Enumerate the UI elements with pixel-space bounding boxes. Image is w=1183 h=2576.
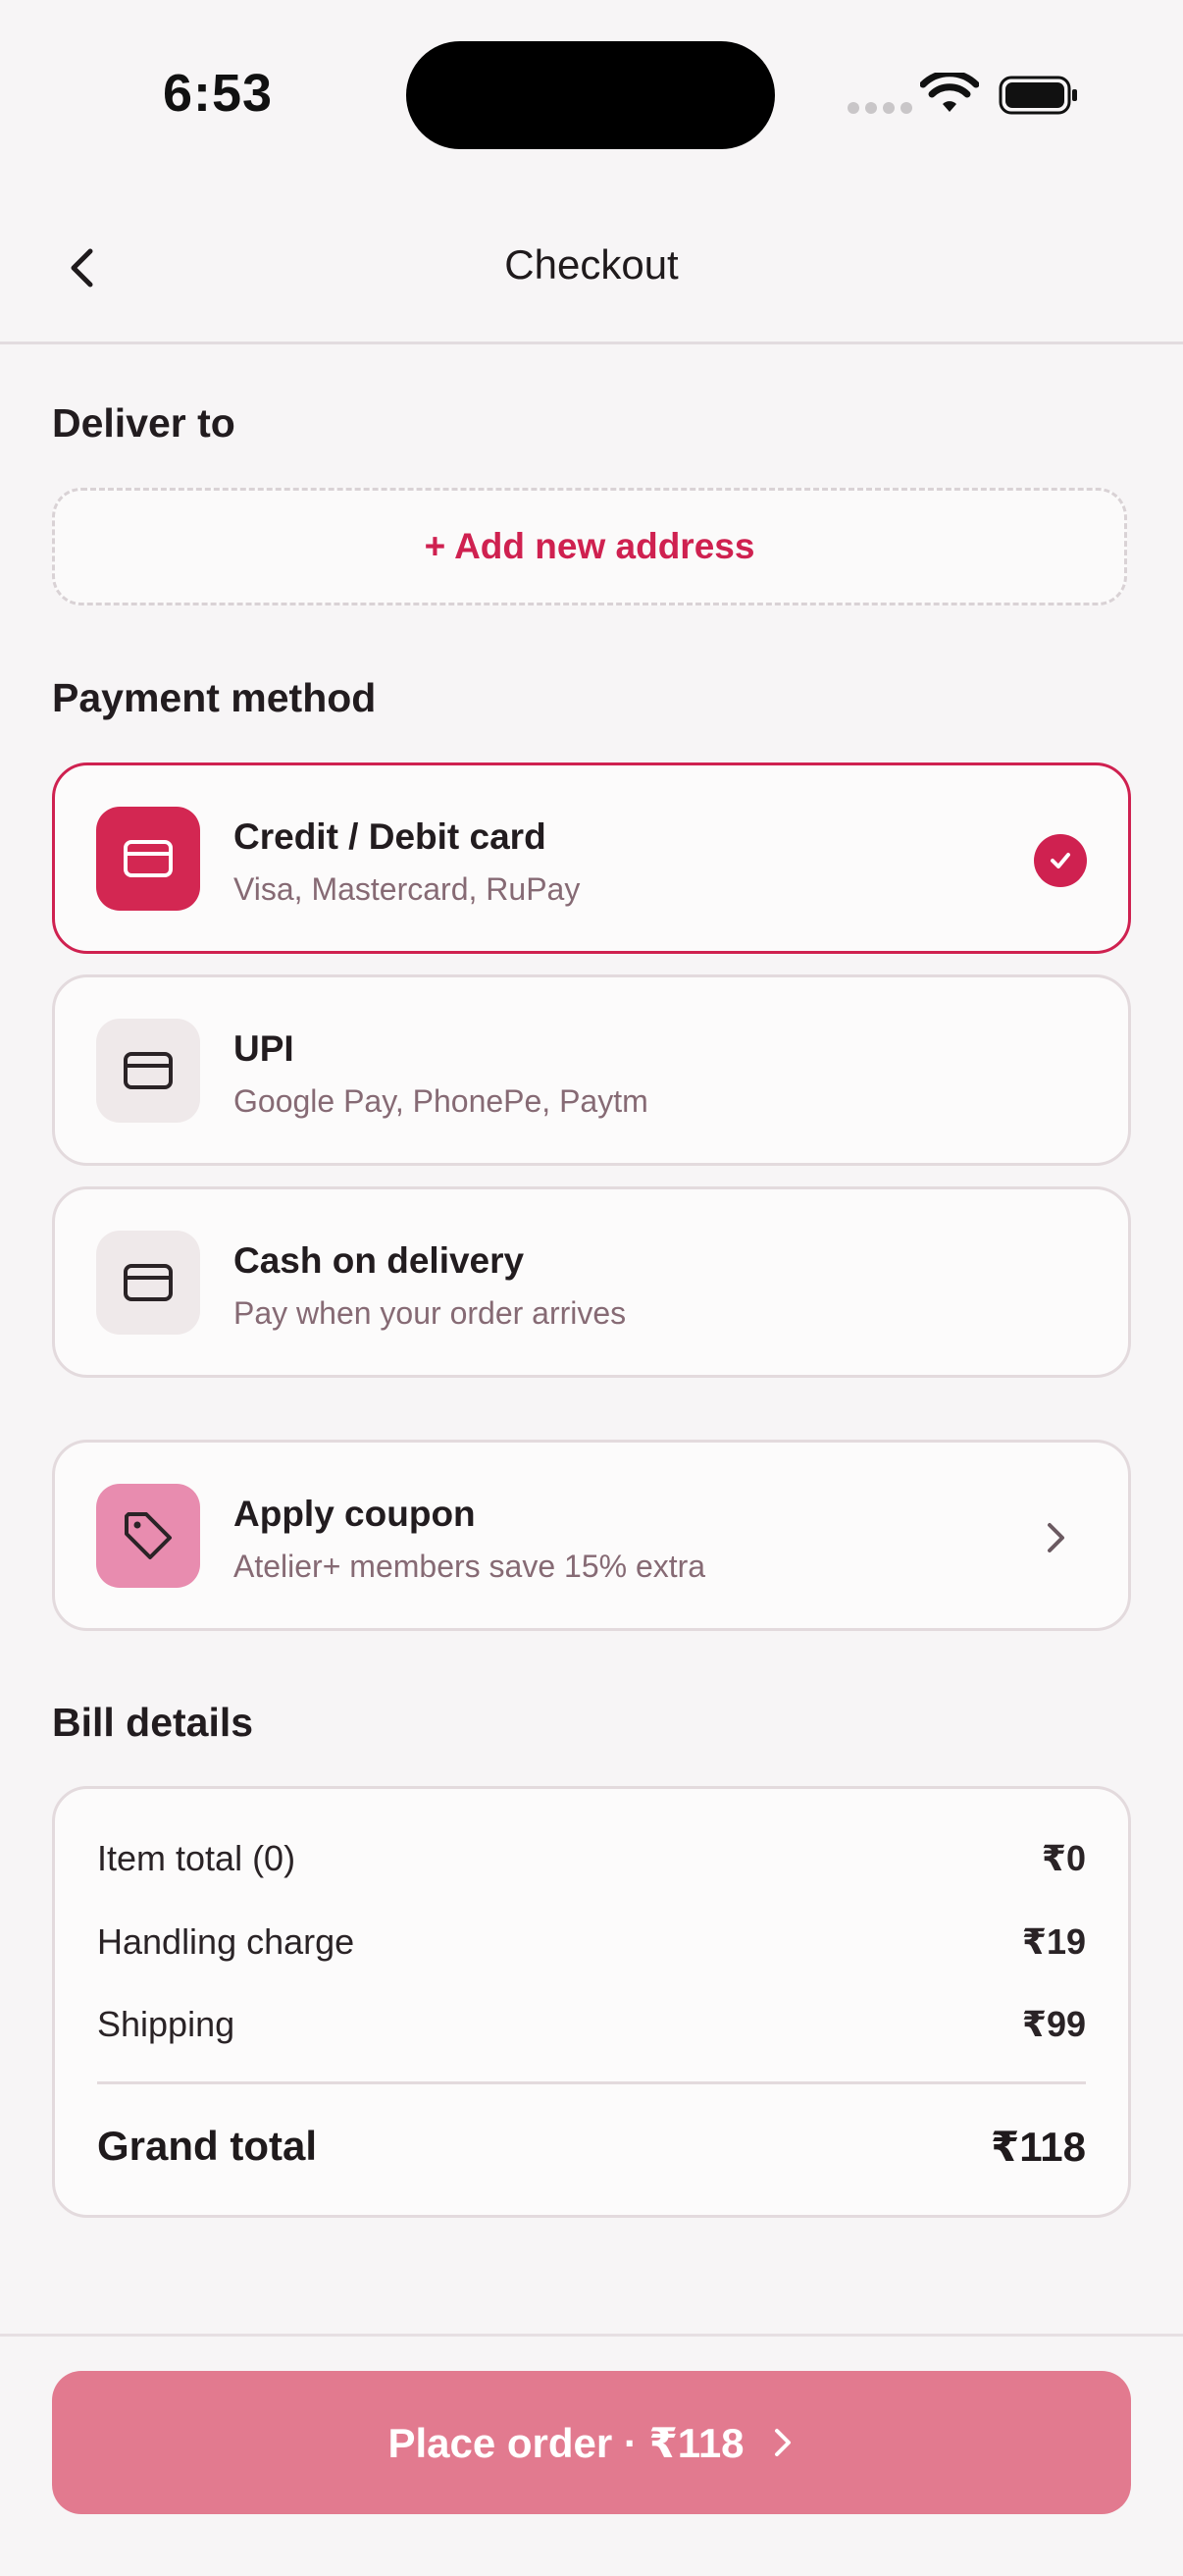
add-address-button[interactable]: + Add new address bbox=[52, 488, 1127, 605]
payment-option-subtitle: Visa, Mastercard, RuPay bbox=[233, 871, 581, 907]
bill-details-heading: Bill details bbox=[52, 1700, 254, 1745]
wifi-icon bbox=[920, 73, 979, 112]
deliver-to-heading: Deliver to bbox=[52, 400, 235, 446]
payment-option-subtitle: Google Pay, PhonePe, Paytm bbox=[233, 1083, 648, 1119]
battery-icon bbox=[999, 76, 1077, 115]
place-order-label: Place order · ₹118 bbox=[387, 2419, 745, 2466]
payment-option-upi[interactable]: UPI Google Pay, PhonePe, Paytm bbox=[52, 974, 1131, 1166]
divider bbox=[97, 2081, 1086, 2084]
coupon-title: Apply coupon bbox=[233, 1494, 476, 1534]
bill-row-label: Handling charge bbox=[97, 1921, 355, 1962]
payment-option-card[interactable]: Credit / Debit card Visa, Mastercard, Ru… bbox=[52, 762, 1131, 954]
bill-row-label: Shipping bbox=[97, 2004, 235, 2044]
tag-icon bbox=[96, 1484, 200, 1588]
grand-total-label: Grand total bbox=[97, 2123, 318, 2169]
chevron-right-icon bbox=[1048, 1523, 1064, 1552]
payment-option-subtitle: Pay when your order arrives bbox=[233, 1295, 627, 1331]
dynamic-island bbox=[406, 41, 775, 149]
bill-details-card: Item total (0) ₹0 Handling charge ₹19 Sh… bbox=[52, 1786, 1131, 2218]
payment-option-title: Credit / Debit card bbox=[233, 816, 546, 857]
checkmark-icon bbox=[1034, 834, 1087, 887]
bill-row-value: ₹19 bbox=[1021, 1921, 1086, 1962]
status-bar: 6:53 bbox=[0, 0, 1183, 186]
payment-method-heading: Payment method bbox=[52, 675, 377, 720]
payment-option-cod[interactable]: Cash on delivery Pay when your order arr… bbox=[52, 1186, 1131, 1378]
bottom-action-bar: Place order · ₹118 bbox=[0, 2334, 1183, 2576]
grand-total-value: ₹118 bbox=[991, 2124, 1086, 2170]
status-time: 6:53 bbox=[163, 64, 274, 123]
payment-option-title: UPI bbox=[233, 1028, 294, 1069]
grand-total-row: Grand total ₹118 bbox=[97, 2123, 1086, 2171]
bill-row-value: ₹0 bbox=[1041, 1838, 1086, 1878]
credit-card-icon bbox=[96, 1019, 200, 1123]
place-order-button[interactable]: Place order · ₹118 bbox=[52, 2371, 1131, 2514]
cellular-signal-icon bbox=[848, 102, 912, 114]
bill-row: Handling charge ₹19 bbox=[97, 1921, 1086, 1963]
credit-card-icon bbox=[96, 1231, 200, 1335]
navigation-bar: Checkout bbox=[0, 186, 1183, 344]
bill-row: Shipping ₹99 bbox=[97, 2004, 1086, 2045]
credit-card-icon bbox=[96, 807, 200, 911]
payment-option-title: Cash on delivery bbox=[233, 1240, 525, 1281]
bill-row-value: ₹99 bbox=[1021, 2004, 1086, 2044]
apply-coupon-row[interactable]: Apply coupon Atelier+ members save 15% e… bbox=[52, 1440, 1131, 1631]
page-title: Checkout bbox=[504, 241, 679, 288]
bill-row: Item total (0) ₹0 bbox=[97, 1838, 1086, 1879]
coupon-subtitle: Atelier+ members save 15% extra bbox=[233, 1549, 706, 1584]
bill-row-label: Item total (0) bbox=[97, 1838, 296, 1878]
chevron-right-icon bbox=[774, 2429, 791, 2456]
